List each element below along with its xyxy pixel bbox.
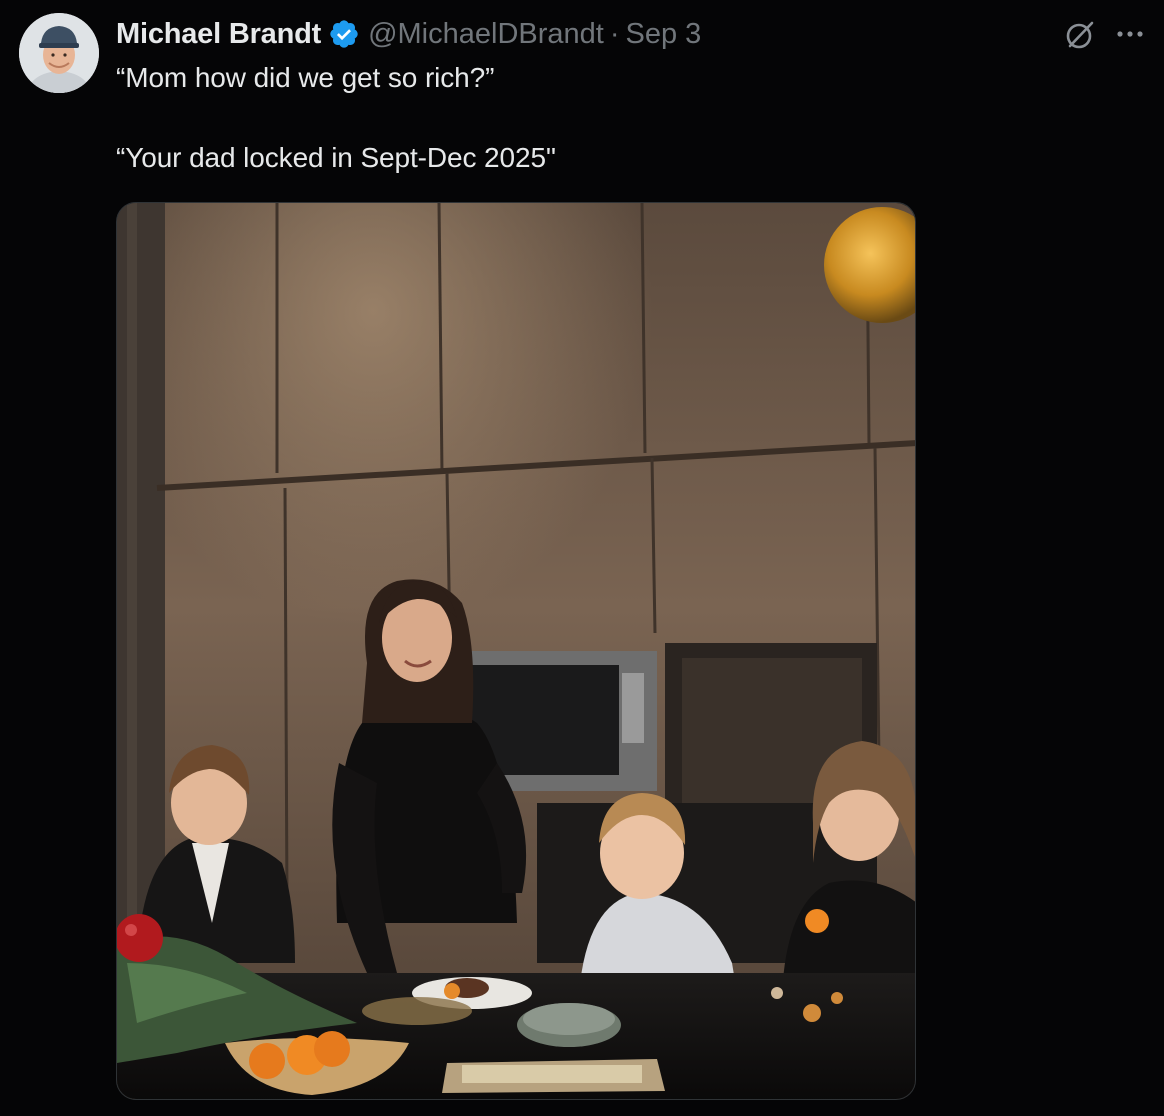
- family-kitchen-photo: [117, 203, 915, 1099]
- tweet-header: Michael Brandt @MichaelDBrandt · Sep 3: [116, 14, 701, 54]
- grok-icon[interactable]: [1064, 19, 1096, 51]
- tweet-text-line: “Your dad locked in Sept-Dec 2025": [116, 142, 556, 173]
- verified-badge-icon[interactable]: [328, 18, 360, 50]
- tweet-photo[interactable]: [116, 202, 916, 1100]
- avatar[interactable]: [19, 13, 99, 93]
- separator-dot: ·: [609, 17, 620, 50]
- author-display-name[interactable]: Michael Brandt: [116, 18, 321, 51]
- avatar-image: [19, 13, 99, 93]
- tweet-text-line: “Mom how did we get so rich?”: [116, 62, 495, 93]
- author-handle[interactable]: @MichaelDBrandt: [368, 18, 604, 51]
- tweet-date[interactable]: Sep 3: [626, 18, 702, 51]
- more-options-icon[interactable]: [1115, 24, 1149, 44]
- tweet: Michael Brandt @MichaelDBrandt · Sep 3 “…: [0, 0, 1164, 1116]
